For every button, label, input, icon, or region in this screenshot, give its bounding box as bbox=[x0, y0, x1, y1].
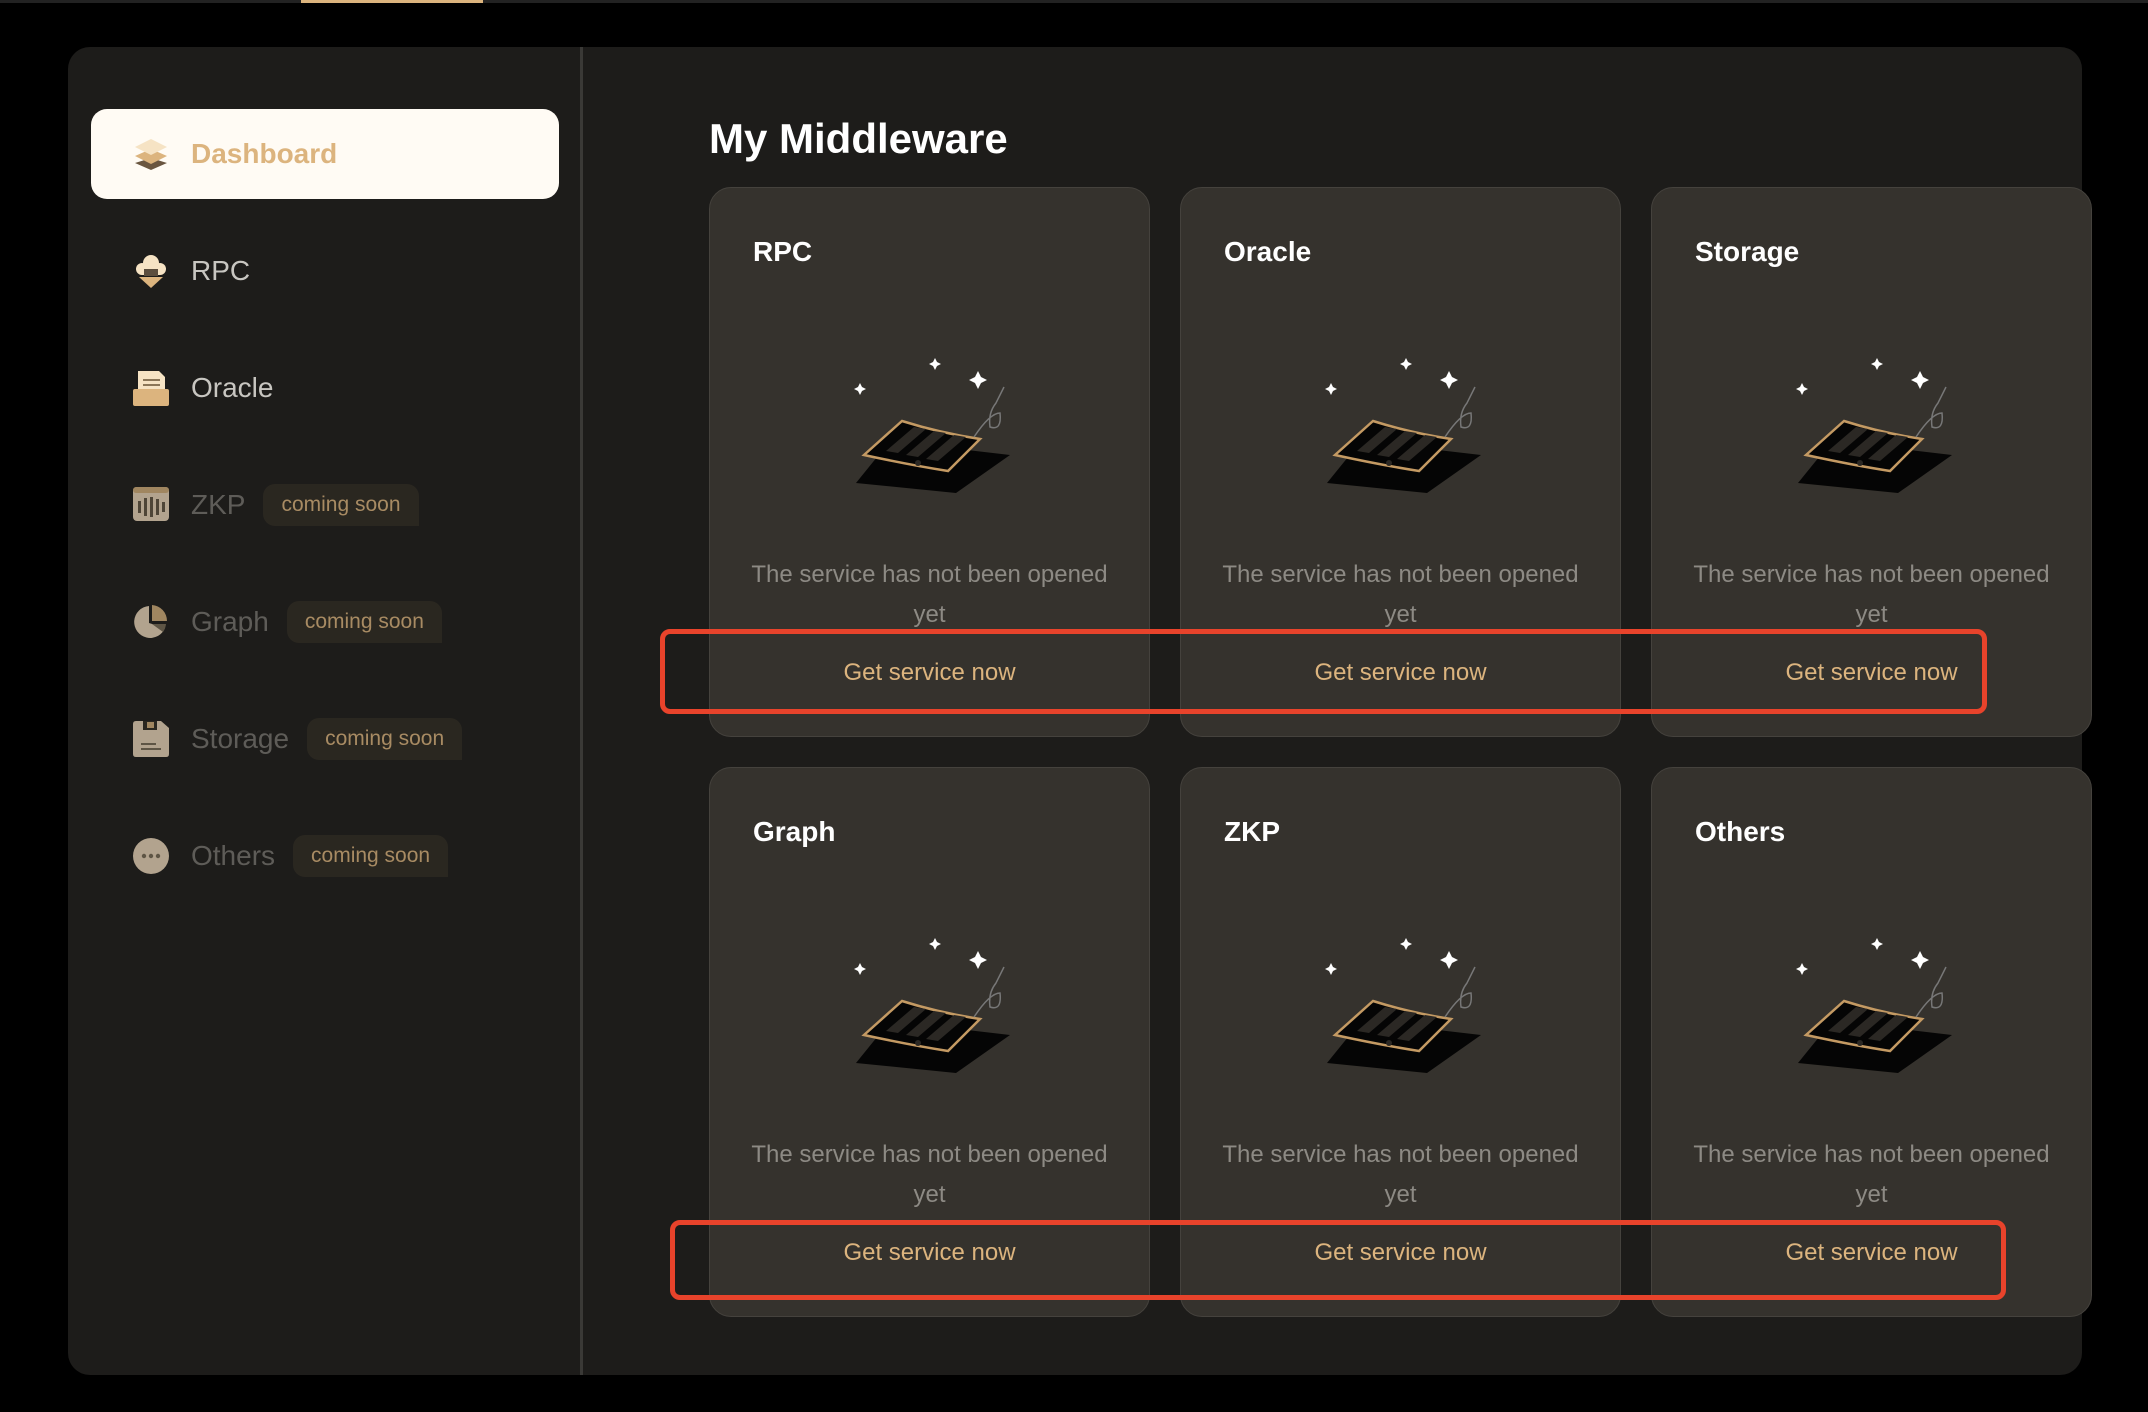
inbox-document-icon bbox=[133, 370, 169, 406]
service-card-others: Others The service has not been opened y… bbox=[1651, 767, 2092, 1317]
sidebar-item-others[interactable]: Others coming soon bbox=[91, 811, 559, 901]
coming-soon-badge: coming soon bbox=[307, 718, 463, 760]
pie-chart-icon bbox=[133, 604, 169, 640]
sidebar-item-label: Graph bbox=[191, 606, 269, 637]
cloud-download-icon bbox=[133, 253, 169, 289]
empty-document-icon bbox=[840, 343, 1020, 493]
card-message: The service has not been opened yet bbox=[751, 561, 1108, 628]
coming-soon-badge: coming soon bbox=[263, 484, 419, 526]
sidebar-item-label: Dashboard bbox=[191, 138, 338, 169]
sidebar-item-label: Others bbox=[191, 840, 276, 871]
get-service-button[interactable]: Get service now bbox=[1672, 1223, 2071, 1283]
empty-document-icon bbox=[1311, 343, 1491, 493]
get-service-button[interactable]: Get service now bbox=[1672, 643, 2071, 703]
card-title: RPC bbox=[753, 236, 813, 267]
card-title: ZKP bbox=[1224, 816, 1280, 847]
main-content: My Middleware RPC The service has not be… bbox=[583, 47, 2092, 1375]
sidebar-item-storage[interactable]: Storage coming soon bbox=[91, 694, 559, 784]
card-message: The service has not been opened yet bbox=[1693, 1141, 2050, 1208]
sidebar-item-label: Storage bbox=[191, 723, 290, 754]
get-service-button[interactable]: Get service now bbox=[1201, 643, 1600, 703]
page-title: My Middleware bbox=[709, 115, 1008, 162]
card-title: Oracle bbox=[1224, 236, 1312, 267]
layers-icon bbox=[133, 136, 169, 172]
floppy-disk-icon bbox=[133, 721, 169, 757]
service-card-rpc: RPC The service has not been opened yet … bbox=[709, 187, 1150, 737]
sidebar-item-dashboard[interactable]: Dashboard bbox=[91, 109, 559, 199]
sidebar-item-label: ZKP bbox=[191, 489, 246, 520]
bar-signal-icon bbox=[133, 487, 169, 523]
card-message: The service has not been opened yet bbox=[1222, 561, 1579, 628]
more-dots-icon bbox=[133, 838, 169, 874]
sidebar-item-oracle[interactable]: Oracle bbox=[91, 343, 559, 433]
card-message: The service has not been opened yet bbox=[1693, 561, 2050, 628]
empty-document-icon bbox=[1782, 343, 1962, 493]
empty-document-icon bbox=[840, 923, 1020, 1073]
coming-soon-badge: coming soon bbox=[293, 835, 449, 877]
get-service-button[interactable]: Get service now bbox=[730, 643, 1129, 703]
sidebar-item-label: Oracle bbox=[191, 372, 274, 403]
service-card-storage: Storage The service has not been opened … bbox=[1651, 187, 2092, 737]
service-card-zkp: ZKP The service has not been opened yet … bbox=[1180, 767, 1621, 1317]
card-message: The service has not been opened yet bbox=[1222, 1141, 1579, 1208]
active-tab-indicator bbox=[301, 0, 483, 3]
sidebar-item-zkp[interactable]: ZKP coming soon bbox=[91, 460, 559, 550]
card-message: The service has not been opened yet bbox=[751, 1141, 1108, 1208]
card-title: Others bbox=[1695, 816, 1786, 847]
sidebar-item-graph[interactable]: Graph coming soon bbox=[91, 577, 559, 667]
sidebar-item-rpc[interactable]: RPC bbox=[91, 226, 559, 316]
get-service-button[interactable]: Get service now bbox=[730, 1223, 1129, 1283]
coming-soon-badge: coming soon bbox=[286, 601, 442, 643]
get-service-button[interactable]: Get service now bbox=[1201, 1223, 1600, 1283]
service-card-oracle: Oracle The service has not been opened y… bbox=[1180, 187, 1621, 737]
empty-document-icon bbox=[1311, 923, 1491, 1073]
card-title: Graph bbox=[753, 816, 836, 847]
sidebar: Dashboard RPC Oracle ZKP coming soon Gra… bbox=[68, 47, 580, 1375]
service-card-graph: Graph The service has not been opened ye… bbox=[709, 767, 1150, 1317]
card-title: Storage bbox=[1695, 236, 1800, 267]
app-panel: Dashboard RPC Oracle ZKP coming soon Gra… bbox=[68, 47, 2092, 1375]
sidebar-item-label: RPC bbox=[191, 255, 251, 286]
empty-document-icon bbox=[1782, 923, 1962, 1073]
